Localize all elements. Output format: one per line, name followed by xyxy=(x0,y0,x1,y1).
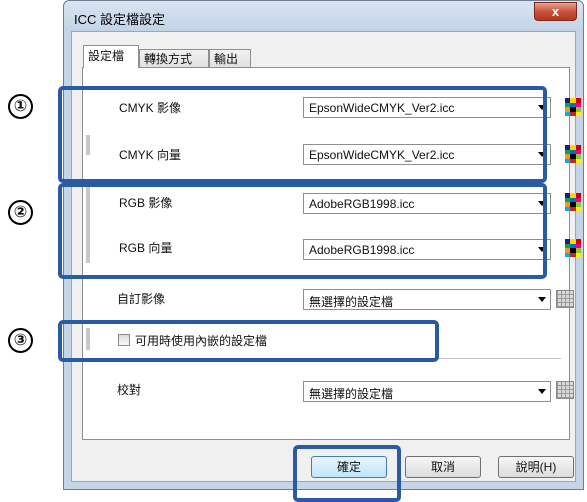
help-button[interactable]: 說明(H) xyxy=(498,456,574,478)
proof-label: 校對 xyxy=(117,383,142,397)
tab-conversion[interactable]: 轉換方式 xyxy=(139,49,209,67)
callout-box-3 xyxy=(58,320,439,362)
color-grid-icon[interactable] xyxy=(565,98,581,116)
custom-image-value: 無選擇的設定檔 xyxy=(309,295,394,309)
window-title: ICC 設定檔設定 xyxy=(74,12,166,27)
marker-2: ② xyxy=(8,200,33,225)
tab-output[interactable]: 輸出 xyxy=(209,49,251,67)
close-button[interactable]: x xyxy=(534,2,577,21)
custom-image-label: 自訂影像 xyxy=(117,292,166,306)
callout-box-2 xyxy=(58,183,547,279)
callout-box-1 xyxy=(58,86,547,183)
chevron-down-icon xyxy=(538,297,546,302)
cancel-button[interactable]: 取消 xyxy=(405,456,481,478)
gray-grid-icon[interactable] xyxy=(556,290,574,308)
proof-value: 無選擇的設定檔 xyxy=(309,387,394,401)
marker-3: ③ xyxy=(8,328,33,353)
color-grid-icon[interactable] xyxy=(565,193,581,211)
gray-grid-icon[interactable] xyxy=(556,381,574,399)
chevron-down-icon xyxy=(538,389,546,394)
tab-profiles[interactable]: 設定檔 xyxy=(83,45,139,68)
color-grid-icon[interactable] xyxy=(565,239,581,257)
color-grid-icon[interactable] xyxy=(565,145,581,163)
custom-image-select[interactable]: 無選擇的設定檔 xyxy=(303,289,551,310)
marker-1: ① xyxy=(8,94,33,119)
title-bar: ICC 設定檔設定 x xyxy=(64,1,583,31)
callout-box-ok xyxy=(293,445,401,502)
proof-select[interactable]: 無選擇的設定檔 xyxy=(303,381,551,402)
